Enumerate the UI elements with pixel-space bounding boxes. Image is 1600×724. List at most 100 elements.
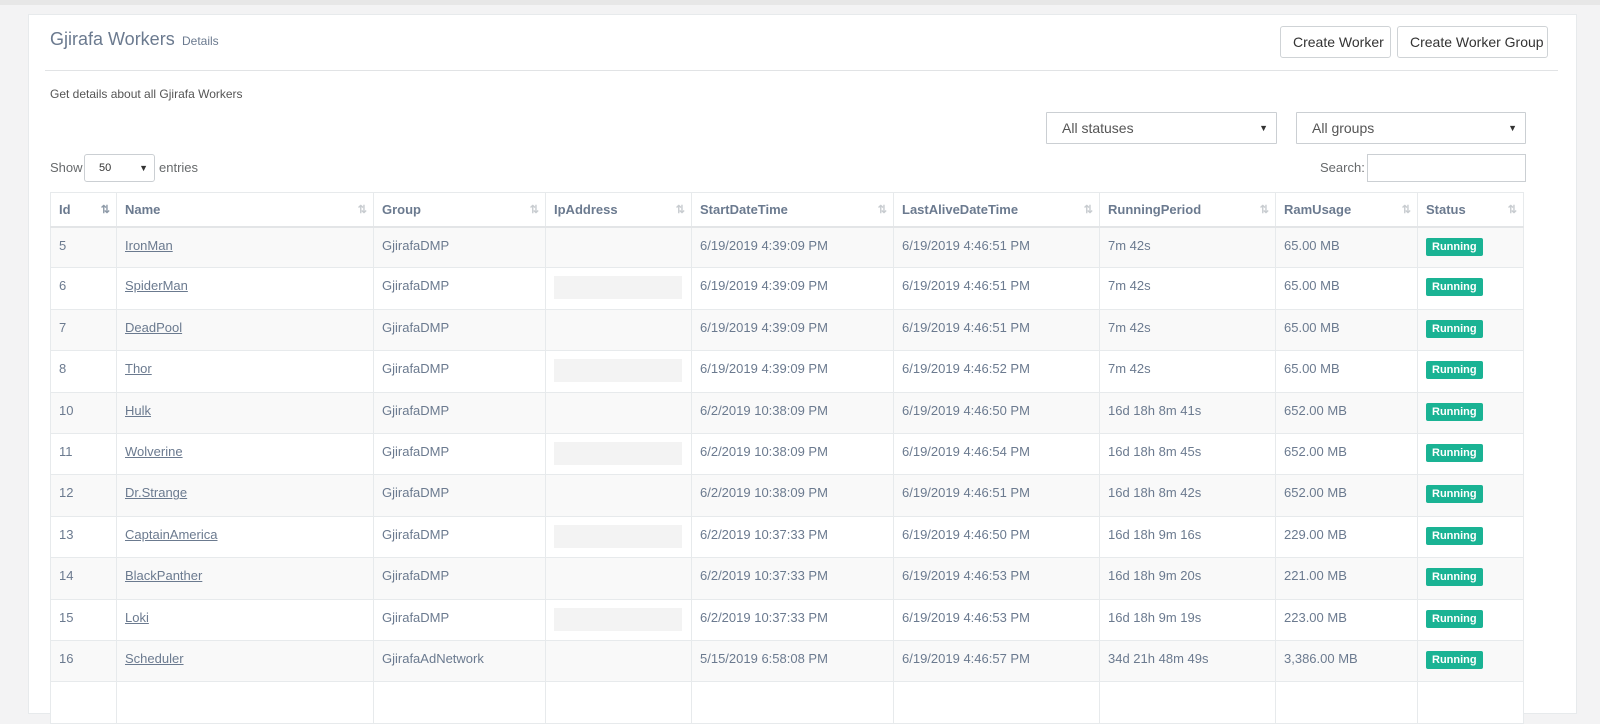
cell-status: Running bbox=[1417, 308, 1524, 352]
cell-group: GjirafaDMP bbox=[373, 474, 546, 517]
column-header-label: Status bbox=[1426, 201, 1466, 217]
worker-name-link[interactable]: BlackPanther bbox=[125, 568, 202, 583]
cell-group: GjirafaDMP bbox=[373, 267, 546, 310]
cell-runningperiod: 7m 42s bbox=[1099, 308, 1276, 352]
redacted-ip-box bbox=[554, 607, 682, 631]
status-badge: Running bbox=[1426, 361, 1483, 380]
cell-lastalivedatetime: 6/19/2019 4:46:57 PM bbox=[893, 639, 1100, 683]
worker-name-link[interactable]: DeadPool bbox=[125, 320, 182, 335]
cell-lastalivedatetime: 6/19/2019 4:46:51 PM bbox=[893, 474, 1100, 517]
cell-ipaddress bbox=[545, 432, 692, 476]
cell-group: GjirafaDMP bbox=[373, 557, 546, 600]
worker-name-link[interactable]: Hulk bbox=[125, 403, 151, 418]
cell-name: Thor bbox=[116, 350, 374, 393]
cell-ramusage: 221.00 MB bbox=[1275, 557, 1418, 600]
status-filter-select[interactable]: All statuses ▼ bbox=[1046, 112, 1277, 144]
cell-id: 12 bbox=[50, 474, 117, 517]
sort-icon: ⇅ bbox=[1083, 204, 1093, 216]
worker-name-link[interactable]: Scheduler bbox=[125, 651, 184, 666]
cell-group: GjirafaDMP bbox=[373, 515, 546, 559]
sort-icon: ⇅ bbox=[357, 204, 367, 216]
workers-table: Id ⇅ Name ⇅ Group ⇅ IpAddress ⇅ StartDateTim… bbox=[50, 192, 1524, 724]
cell-id: 5 bbox=[50, 225, 117, 269]
column-header-startdatetime[interactable]: StartDateTime ⇅ bbox=[691, 192, 894, 228]
cell-runningperiod: 16d 18h 9m 16s bbox=[1099, 515, 1276, 559]
column-header-lastalivedatetime[interactable]: LastAliveDateTime ⇅ bbox=[893, 192, 1100, 228]
cell-name: BlackPanther bbox=[116, 557, 374, 600]
cell-ramusage: 65.00 MB bbox=[1275, 225, 1418, 269]
table-row: 10 Hulk GjirafaDMP 6/2/2019 10:38:09 PM 6/19… bbox=[50, 391, 1524, 434]
cell-id: 13 bbox=[50, 515, 117, 559]
cell-status: Running bbox=[1417, 267, 1524, 310]
top-bar bbox=[0, 0, 1600, 5]
cell-ramusage: 65.00 MB bbox=[1275, 308, 1418, 352]
column-header-label: Id bbox=[59, 201, 71, 217]
cell-ipaddress bbox=[545, 267, 692, 310]
column-header-label: IpAddress bbox=[554, 201, 618, 217]
cell-id: 6 bbox=[50, 267, 117, 310]
cell-id: 14 bbox=[50, 557, 117, 600]
cell-group: GjirafaDMP bbox=[373, 391, 546, 434]
cell-ramusage: 652.00 MB bbox=[1275, 432, 1418, 476]
create-worker-group-button[interactable]: Create Worker Group bbox=[1397, 26, 1548, 58]
cell-startdatetime bbox=[691, 681, 894, 724]
column-header-label: Name bbox=[125, 201, 161, 217]
redacted-ip-box bbox=[554, 441, 682, 465]
title-divider bbox=[45, 70, 1558, 71]
status-badge: Running bbox=[1426, 319, 1483, 338]
cell-ramusage: 3,386.00 MB bbox=[1275, 639, 1418, 683]
cell-ipaddress bbox=[545, 350, 692, 393]
cell-startdatetime: 6/19/2019 4:39:09 PM bbox=[691, 350, 894, 393]
column-header-ipaddress[interactable]: IpAddress ⇅ bbox=[545, 192, 692, 228]
cell-ipaddress bbox=[545, 515, 692, 559]
sort-ascending-icon: ⇅ bbox=[100, 204, 110, 216]
column-header-ramusage[interactable]: RamUsage ⇅ bbox=[1275, 192, 1418, 228]
column-header-group[interactable]: Group ⇅ bbox=[373, 192, 546, 228]
create-worker-button[interactable]: Create Worker bbox=[1280, 26, 1391, 58]
table-row: 7 DeadPool GjirafaDMP 6/19/2019 4:39:09 PM 6… bbox=[50, 308, 1524, 352]
worker-name-link[interactable]: Wolverine bbox=[125, 444, 183, 459]
column-header-id[interactable]: Id ⇅ bbox=[50, 192, 117, 228]
cell-ipaddress bbox=[545, 474, 692, 517]
status-badge: Running bbox=[1426, 650, 1483, 669]
entries-per-page-select[interactable]: 50 ▼ bbox=[84, 154, 155, 182]
cell-status: Running bbox=[1417, 598, 1524, 641]
worker-name-link[interactable]: Loki bbox=[125, 610, 149, 625]
worker-name-link[interactable]: SpiderMan bbox=[125, 278, 188, 293]
cell-id: 10 bbox=[50, 391, 117, 434]
cell-ipaddress bbox=[545, 225, 692, 269]
cell-runningperiod: 16d 18h 8m 41s bbox=[1099, 391, 1276, 434]
sort-icon: ⇅ bbox=[1507, 204, 1517, 216]
cell-runningperiod: 16d 18h 9m 19s bbox=[1099, 598, 1276, 641]
column-header-name[interactable]: Name ⇅ bbox=[116, 192, 374, 228]
worker-name-link[interactable]: Thor bbox=[125, 361, 152, 376]
column-header-runningperiod[interactable]: RunningPeriod ⇅ bbox=[1099, 192, 1276, 228]
cell-id: 16 bbox=[50, 639, 117, 683]
chevron-down-icon: ▼ bbox=[139, 163, 148, 173]
sort-icon: ⇅ bbox=[1259, 204, 1269, 216]
page-subtitle: Details bbox=[182, 34, 219, 48]
worker-name-link[interactable]: Dr.Strange bbox=[125, 485, 187, 500]
column-header-label: LastAliveDateTime bbox=[902, 201, 1019, 217]
column-header-label: StartDateTime bbox=[700, 201, 788, 217]
cell-lastalivedatetime: 6/19/2019 4:46:54 PM bbox=[893, 432, 1100, 476]
cell-startdatetime: 6/2/2019 10:38:09 PM bbox=[691, 391, 894, 434]
cell-ipaddress bbox=[545, 391, 692, 434]
cell-status: Running bbox=[1417, 225, 1524, 269]
page-title: Gjirafa Workers bbox=[50, 29, 175, 49]
cell-name: DeadPool bbox=[116, 308, 374, 352]
cell-status: Running bbox=[1417, 350, 1524, 393]
group-filter-select[interactable]: All groups ▼ bbox=[1296, 112, 1526, 144]
entries-label: entries bbox=[159, 160, 199, 175]
worker-name-link[interactable]: IronMan bbox=[125, 238, 173, 253]
column-header-status[interactable]: Status ⇅ bbox=[1417, 192, 1524, 228]
table-row: 14 BlackPanther GjirafaDMP 6/2/2019 10:37:3… bbox=[50, 557, 1524, 600]
cell-ramusage: 65.00 MB bbox=[1275, 350, 1418, 393]
cell-startdatetime: 6/2/2019 10:37:33 PM bbox=[691, 515, 894, 559]
redacted-ip-box bbox=[554, 524, 682, 548]
search-input[interactable] bbox=[1367, 154, 1526, 182]
cell-ipaddress bbox=[545, 308, 692, 352]
worker-name-link[interactable]: CaptainAmerica bbox=[125, 527, 218, 542]
redacted-ip-box bbox=[554, 276, 682, 300]
cell-id: 8 bbox=[50, 350, 117, 393]
